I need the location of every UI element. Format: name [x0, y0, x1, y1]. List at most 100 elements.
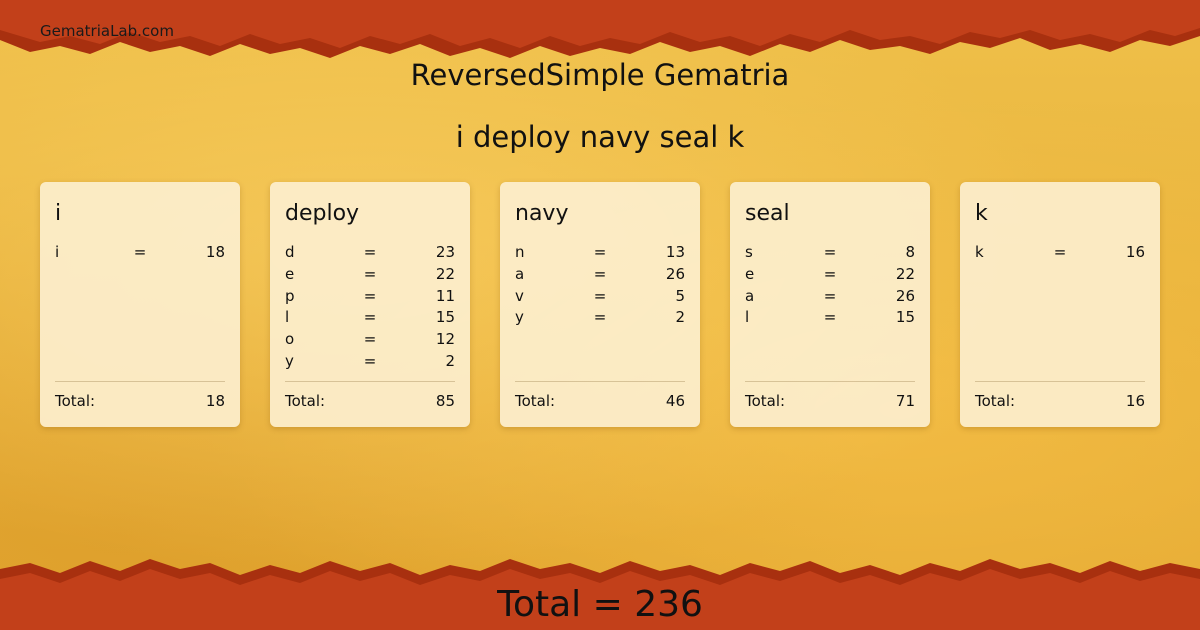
- card-total-row: Total: 18: [55, 390, 225, 412]
- letter-row: k = 16: [975, 242, 1145, 264]
- equals-sign: =: [1053, 243, 1067, 261]
- total-label: Total:: [745, 392, 786, 410]
- equals-sign: =: [593, 308, 607, 327]
- word-card: k k = 16 Total: 16: [960, 182, 1160, 427]
- letter-row: o = 12: [285, 329, 455, 351]
- letter-value: 11: [435, 286, 455, 305]
- letter-row: d = 23: [285, 242, 455, 264]
- letter-rows: n = 13 a = 26 v = 5 y = 2: [515, 242, 685, 364]
- letter-row: y = 2: [285, 351, 455, 373]
- card-divider: [515, 381, 685, 382]
- letter: o: [285, 330, 295, 349]
- letter-value: 22: [895, 264, 915, 283]
- letter-row: n = 13: [515, 242, 685, 264]
- equals-sign: =: [363, 330, 377, 349]
- card-word: i: [55, 201, 62, 226]
- letter-row: a = 26: [515, 264, 685, 286]
- letter: e: [745, 264, 755, 283]
- total-label: Total:: [55, 392, 96, 410]
- card-total-row: Total: 16: [975, 390, 1145, 412]
- card-total-value: 46: [665, 392, 685, 410]
- letter: p: [285, 286, 295, 305]
- letter: d: [285, 243, 295, 261]
- letter-row: a = 26: [745, 286, 915, 308]
- letter: k: [975, 243, 984, 261]
- card-total-value: 85: [435, 392, 455, 410]
- card-total-row: Total: 85: [285, 390, 455, 412]
- card-word: deploy: [285, 201, 360, 226]
- letter-value: 23: [435, 243, 455, 261]
- letter-value: 13: [665, 243, 685, 261]
- total-label: Total:: [285, 392, 326, 410]
- letter-row: l = 15: [745, 307, 915, 329]
- letter: y: [285, 351, 294, 370]
- letter: i: [55, 243, 60, 261]
- equals-sign: =: [363, 308, 377, 327]
- letter-rows: k = 16: [975, 242, 1145, 364]
- total-label: Total:: [975, 392, 1016, 410]
- letter-row: y = 2: [515, 307, 685, 329]
- equals-sign: =: [593, 286, 607, 305]
- letter: l: [285, 308, 290, 327]
- site-name[interactable]: GematriaLab.com: [40, 22, 174, 40]
- letter-rows: d = 23 e = 22 p = 11 l = 15 o = 12 y = 2: [285, 242, 455, 370]
- equals-sign: =: [823, 308, 837, 327]
- equals-sign: =: [823, 264, 837, 283]
- page-title: ReversedSimple Gematria: [410, 58, 790, 92]
- letter: v: [515, 286, 524, 305]
- card-total-row: Total: 71: [745, 390, 915, 412]
- equals-sign: =: [363, 286, 377, 305]
- equals-sign: =: [363, 264, 377, 283]
- letter-row: s = 8: [745, 242, 915, 264]
- card-divider: [285, 381, 455, 382]
- word-card: i i = 18 Total: 18: [40, 182, 240, 427]
- equals-sign: =: [823, 243, 837, 261]
- letter-row: i = 18: [55, 242, 225, 264]
- card-word: navy: [515, 201, 569, 226]
- equals-sign: =: [593, 264, 607, 283]
- card-total-value: 71: [895, 392, 915, 410]
- letter: y: [515, 308, 524, 327]
- letter-value: 26: [665, 264, 685, 283]
- word-cards: i i = 18 Total: 18 deploy d = 23 e = 22 …: [40, 182, 1160, 427]
- equals-sign: =: [363, 351, 377, 370]
- letter: e: [285, 264, 295, 283]
- equals-sign: =: [363, 243, 377, 261]
- letter-value: 12: [435, 330, 455, 349]
- letter-value: 8: [905, 243, 915, 261]
- letter-value: 2: [675, 308, 685, 327]
- letter: a: [515, 264, 525, 283]
- letter-row: e = 22: [745, 264, 915, 286]
- card-total-value: 18: [205, 392, 225, 410]
- equals-sign: =: [823, 286, 837, 305]
- card-total-row: Total: 46: [515, 390, 685, 412]
- word-card: navy n = 13 a = 26 v = 5 y = 2 Total: 46: [500, 182, 700, 427]
- letter: s: [745, 243, 753, 261]
- card-total-value: 16: [1125, 392, 1145, 410]
- letter: l: [745, 308, 750, 327]
- letter-value: 15: [435, 308, 455, 327]
- letter-row: l = 15: [285, 307, 455, 329]
- word-card: deploy d = 23 e = 22 p = 11 l = 15 o = 1…: [270, 182, 470, 427]
- letter-rows: s = 8 e = 22 a = 26 l = 15: [745, 242, 915, 364]
- letter-value: 22: [435, 264, 455, 283]
- total-label: Total:: [515, 392, 556, 410]
- letter: n: [515, 243, 525, 261]
- word-card: seal s = 8 e = 22 a = 26 l = 15 Total: 7…: [730, 182, 930, 427]
- letter-value: 16: [1125, 243, 1145, 261]
- card-divider: [975, 381, 1145, 382]
- letter-value: 18: [205, 243, 225, 261]
- letter-value: 2: [445, 351, 455, 370]
- card-divider: [745, 381, 915, 382]
- grand-total: Total = 236: [497, 584, 703, 625]
- letter-rows: i = 18: [55, 242, 225, 364]
- letter-value: 15: [895, 308, 915, 327]
- equals-sign: =: [593, 243, 607, 261]
- letter: a: [745, 286, 755, 305]
- letter-value: 5: [675, 286, 685, 305]
- letter-row: p = 11: [285, 286, 455, 308]
- equals-sign: =: [133, 243, 147, 261]
- letter-value: 26: [895, 286, 915, 305]
- phrase-text: i deploy navy seal k: [455, 120, 745, 154]
- letter-row: e = 22: [285, 264, 455, 286]
